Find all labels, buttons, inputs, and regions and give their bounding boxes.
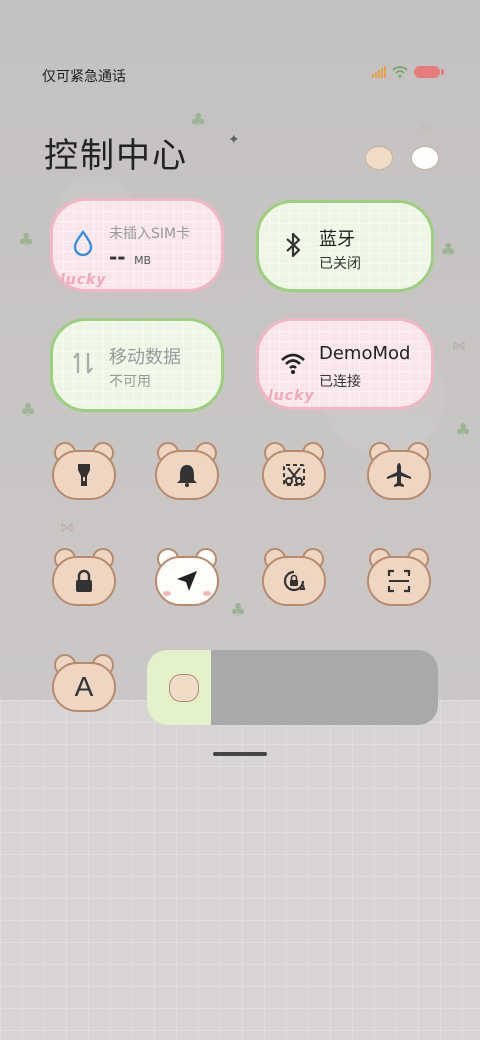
flashlight-toggle[interactable]	[52, 442, 116, 500]
airplane-icon	[387, 463, 411, 487]
wallpaper-grid	[0, 700, 480, 1040]
bell-icon	[177, 465, 197, 487]
location-toggle[interactable]	[155, 548, 219, 606]
bear-avatar-icon	[365, 146, 393, 170]
lucky-sticker: lucky	[60, 272, 107, 288]
bow-icon: ⋈	[452, 338, 466, 354]
data-arrows-icon	[73, 352, 93, 374]
bluetooth-icon	[286, 232, 301, 258]
sim-status: 未插入SIM卡	[109, 226, 191, 242]
brightness-icon[interactable]	[169, 674, 199, 702]
wifi-icon	[281, 353, 305, 374]
bell-toggle[interactable]	[155, 442, 219, 500]
lock-icon	[76, 569, 92, 592]
scanner-toggle[interactable]	[367, 548, 431, 606]
scissors-icon	[283, 464, 305, 486]
bluetooth-tile[interactable]: 蓝牙 已关闭	[256, 200, 434, 292]
bunny-avatar-icon	[411, 146, 439, 170]
clover-icon: ♣	[18, 230, 35, 251]
lock-toggle[interactable]	[52, 548, 116, 606]
bow-icon: ⋈	[60, 520, 74, 536]
carrier-status: 仅可紧急通话	[42, 69, 126, 85]
battery-icon	[414, 66, 444, 78]
screenshot-toggle[interactable]	[262, 442, 326, 500]
wifi-network-name: DemoMod	[319, 343, 411, 364]
mobile-data-label: 移动数据	[109, 347, 181, 368]
bluetooth-status: 已关闭	[319, 256, 361, 272]
bluetooth-label: 蓝牙	[319, 229, 355, 250]
lucky-sticker: lucky	[268, 388, 315, 404]
status-icons	[372, 66, 444, 78]
rotation-lock-icon	[283, 570, 306, 592]
wifi-icon	[392, 66, 408, 78]
scan-icon	[387, 569, 411, 593]
home-indicator[interactable]	[213, 752, 267, 756]
clover-icon: ♣	[230, 600, 247, 621]
flashlight-icon	[78, 464, 90, 486]
airplane-toggle[interactable]	[367, 442, 431, 500]
clover-icon: ♣	[440, 240, 457, 261]
rotation-lock-toggle[interactable]	[262, 548, 326, 606]
sparkle-icon: ✦	[228, 132, 240, 148]
signal-icon	[372, 66, 386, 78]
mobile-data-status: 不可用	[109, 374, 151, 390]
wifi-status: 已连接	[319, 374, 361, 390]
clover-icon: ♣	[20, 400, 37, 421]
brightness-slider[interactable]	[147, 650, 438, 725]
font-size-toggle[interactable]: A	[52, 654, 116, 712]
clover-icon: ♣	[190, 110, 207, 131]
location-arrow-icon	[177, 571, 197, 591]
mobile-data-tile[interactable]: 移动数据 不可用	[50, 318, 224, 412]
page-title: 控制中心	[44, 136, 188, 176]
clover-icon: ♣	[455, 420, 472, 441]
font-icon: A	[74, 671, 94, 702]
data-usage-value: -- MB	[109, 245, 152, 269]
star-icon: ☆	[420, 120, 433, 136]
water-drop-icon	[73, 229, 93, 257]
